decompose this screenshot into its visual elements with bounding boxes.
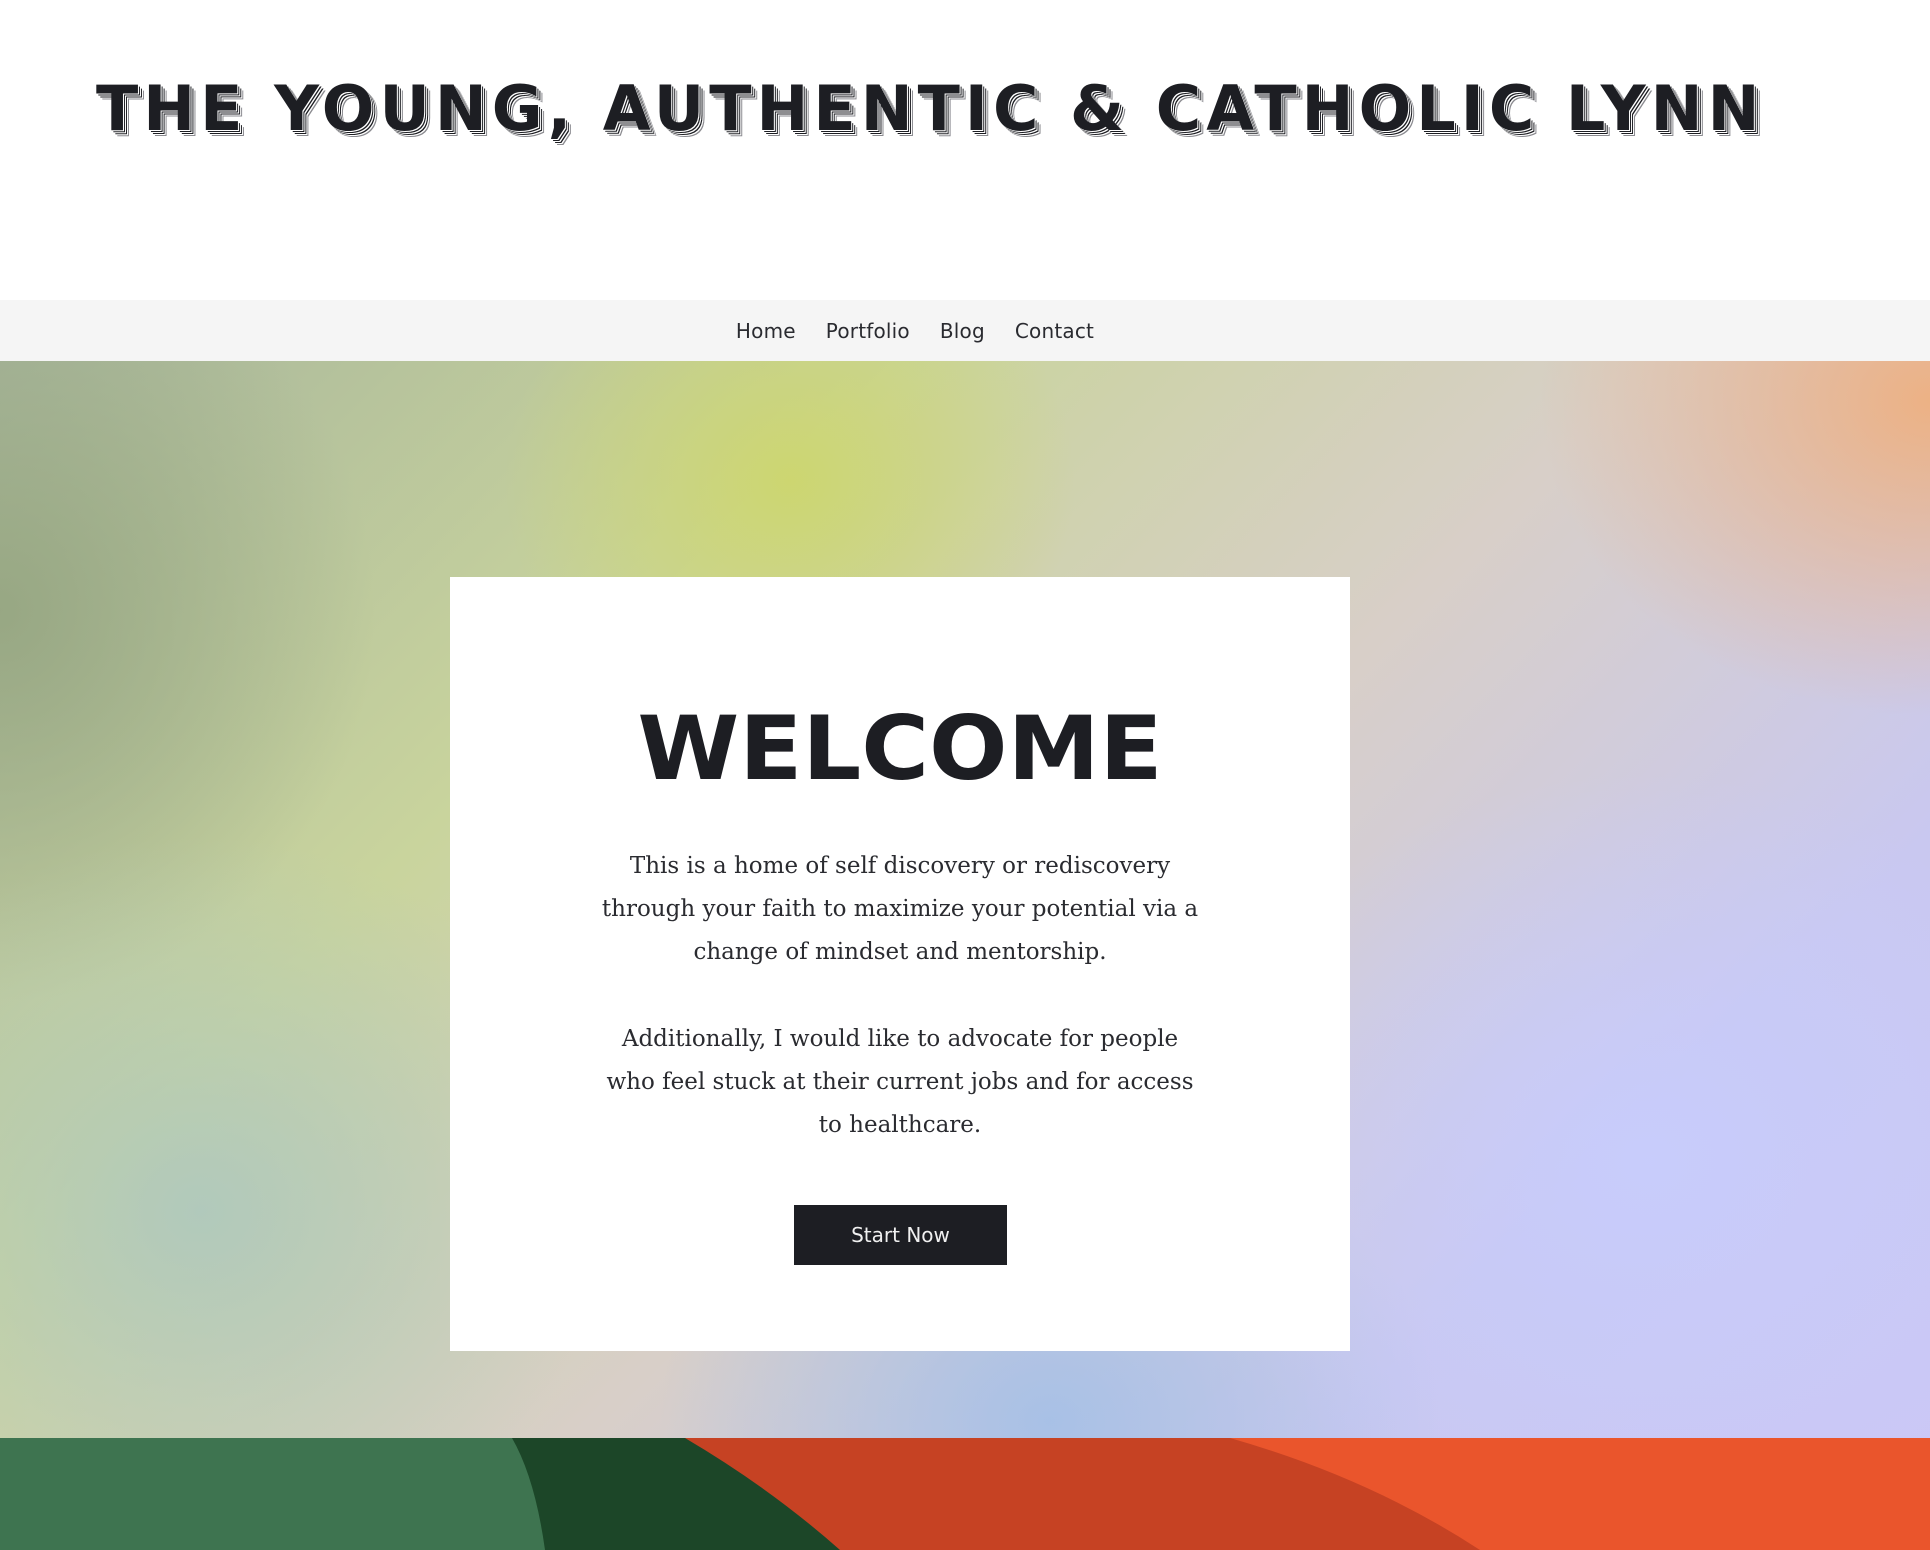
start-now-button[interactable]: Start Now	[794, 1205, 1007, 1265]
decorative-bottom-band	[0, 1438, 1930, 1550]
hero-section: WELCOME This is a home of self discovery…	[0, 361, 1930, 1438]
welcome-heading: WELCOME	[637, 697, 1163, 800]
nav-item-home[interactable]: Home	[736, 319, 796, 343]
main-nav: Home Portfolio Blog Contact	[0, 300, 1930, 361]
intro-paragraph: This is a home of self discovery or redi…	[601, 853, 1199, 965]
decorative-shapes	[0, 1438, 1930, 1550]
site-title[interactable]: THE YOUNG, AUTHENTIC & CATHOLIC LYNN	[96, 70, 1764, 148]
site-header: THE YOUNG, AUTHENTIC & CATHOLIC LYNN	[0, 0, 1930, 300]
nav-item-blog[interactable]: Blog	[940, 319, 985, 343]
welcome-card: WELCOME This is a home of self discovery…	[450, 577, 1350, 1351]
advocacy-paragraph: Additionally, I would like to advocate f…	[606, 1026, 1194, 1138]
nav-item-contact[interactable]: Contact	[1015, 319, 1094, 343]
nav-list: Home Portfolio Blog Contact	[736, 319, 1094, 343]
nav-item-portfolio[interactable]: Portfolio	[826, 319, 910, 343]
